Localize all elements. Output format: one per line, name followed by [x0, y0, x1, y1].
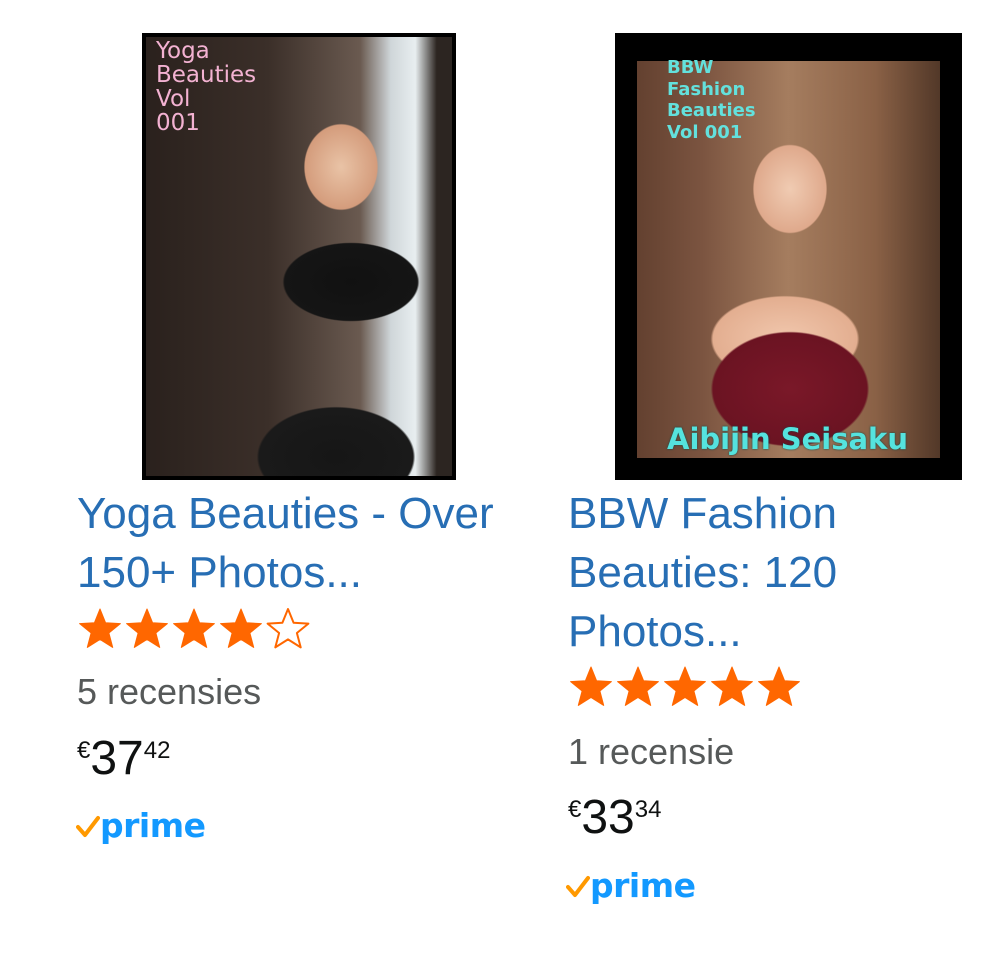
star-rating[interactable] [568, 664, 802, 710]
prime-badge: prime [566, 866, 696, 906]
star-filled-icon [615, 664, 661, 710]
book-cover-image[interactable]: Yoga Beauties Vol 001 [142, 33, 456, 480]
price-fraction: 34 [634, 796, 662, 823]
currency-symbol: € [77, 737, 91, 764]
currency-symbol: € [568, 796, 582, 823]
price-whole: 33 [581, 791, 635, 844]
star-filled-icon [756, 664, 802, 710]
price: € 37 42 [77, 734, 170, 784]
checkmark-icon [76, 816, 100, 837]
checkmark-icon [566, 876, 590, 897]
price-whole: 37 [90, 732, 144, 785]
product-title-link[interactable]: BBW Fashion Beauties: 120 Photos... [568, 484, 988, 661]
product-title-link[interactable]: Yoga Beauties - Over 150+ Photos... [77, 484, 517, 602]
review-count-link[interactable]: 1 recensie [568, 732, 734, 772]
book-cover-image[interactable]: BBW Fashion Beauties Vol 001 Aibijin Sei… [615, 33, 962, 480]
star-filled-icon [171, 606, 217, 652]
price-fraction: 42 [143, 737, 171, 764]
star-filled-icon [124, 606, 170, 652]
review-count-link[interactable]: 5 recensies [77, 672, 261, 712]
star-outline-icon [265, 606, 311, 652]
cover-title-text: Yoga Beauties Vol 001 [156, 38, 257, 137]
star-filled-icon [662, 664, 708, 710]
star-filled-icon [568, 664, 614, 710]
cover-title-text: BBW Fashion Beauties Vol 001 [667, 57, 756, 143]
star-filled-icon [709, 664, 755, 710]
prime-label: prime [100, 806, 206, 845]
prime-label: prime [590, 866, 696, 905]
prime-badge: prime [76, 806, 206, 846]
price: € 33 34 [568, 793, 661, 843]
cover-author-text: Aibijin Seisaku [667, 422, 908, 456]
star-filled-icon [218, 606, 264, 652]
star-filled-icon [77, 606, 123, 652]
star-rating[interactable] [77, 606, 311, 652]
